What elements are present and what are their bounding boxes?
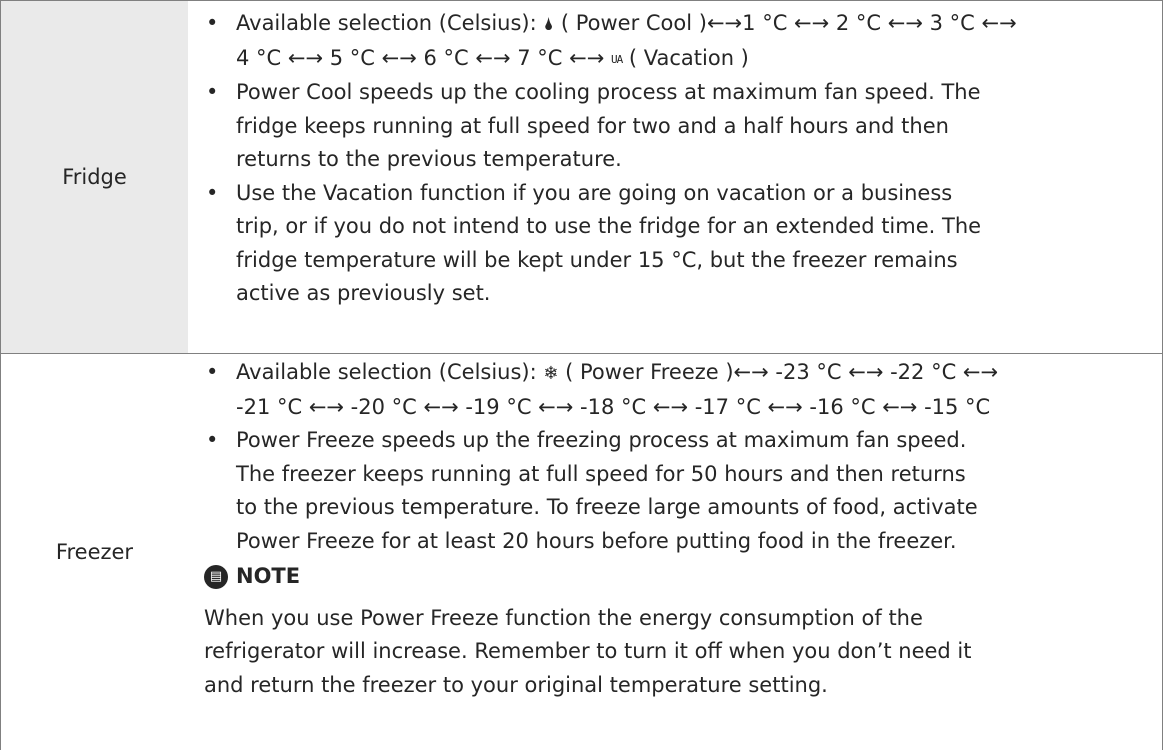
freezer-bullet-selection: Available selection (Celsius): ❄︎ ( Powe… [204,356,1142,424]
freezer-row: Freezer Available selection (Celsius): ❄… [1,354,1162,750]
fridge-bullet-selection: Available selection (Celsius): 🌢 ( Power… [204,7,1142,76]
fridge-bullet-vacation: Use the Vacation function if you are goi… [204,177,1142,311]
note-body: When you use Power Freeze function the e… [204,605,972,697]
freezer-bullet-power-freeze: Power Freeze speeds up the freezing proc… [204,424,1142,558]
settings-table: Fridge Available selection (Celsius): 🌢 … [0,0,1163,750]
power-cool-icon: 🌢 [543,14,555,35]
freezer-content-cell: Available selection (Celsius): ❄︎ ( Powe… [188,354,1162,750]
fridge-bullet-power-cool: Power Cool speeds up the cooling process… [204,76,1142,177]
fridge-row: Fridge Available selection (Celsius): 🌢 … [1,1,1162,354]
vacation-icon: UA [610,52,623,66]
freezer-label-cell: Freezer [1,354,189,750]
fridge-label-cell: Fridge [1,1,189,353]
line: Available selection (Celsius): 🌢 ( Power… [236,7,1142,42]
power-freeze-icon: ❄︎ [543,363,559,384]
line: Available selection (Celsius): ❄︎ ( Powe… [236,356,1142,391]
note-title: NOTE [236,564,301,588]
line: 4 °C ←→ 5 °C ←→ 6 °C ←→ 7 °C ←→ UA ( Vac… [236,42,1142,77]
fridge-content-cell: Available selection (Celsius): 🌢 ( Power… [188,1,1162,353]
freezer-label: Freezer [55,540,134,564]
fridge-label: Fridge [62,165,127,189]
note-heading: ▤ NOTE [204,560,1142,594]
note-icon: ▤ [204,564,228,589]
